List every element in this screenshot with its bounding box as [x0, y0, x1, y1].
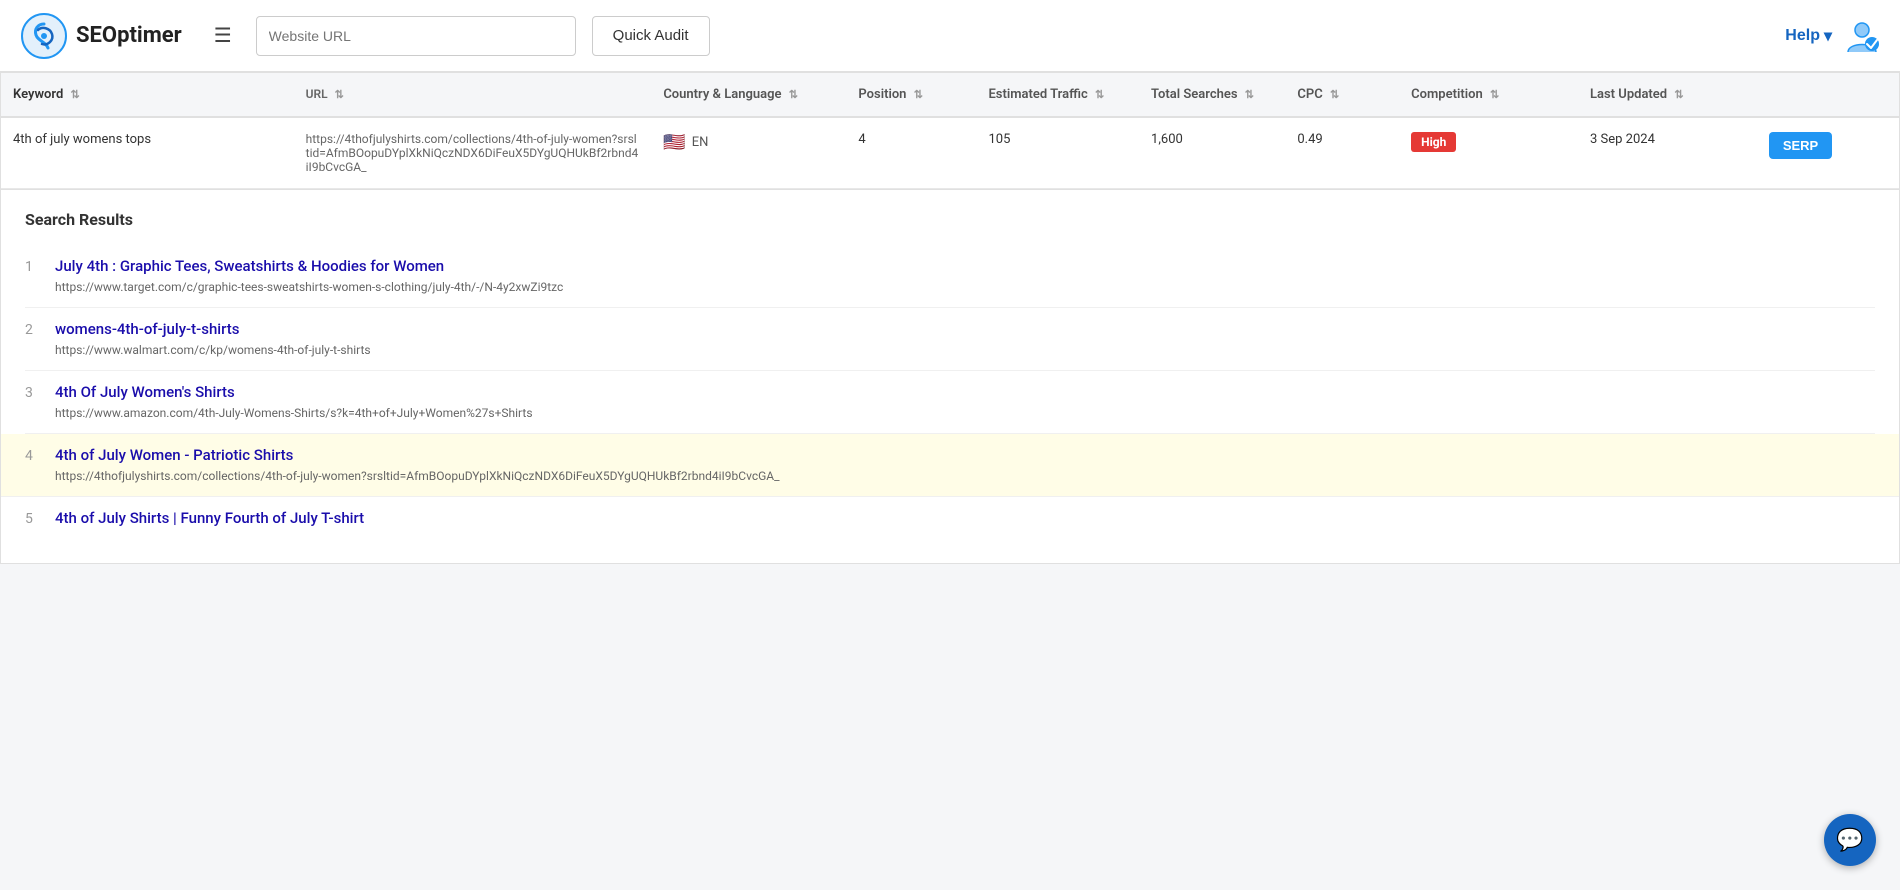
col-header-cpc: CPC ⇅ [1285, 73, 1399, 117]
result-number-4: 4 [25, 446, 43, 464]
logo-area: SEOptimer [20, 12, 182, 60]
result-content-2: womens-4th-of-july-t-shirts https://www.… [55, 320, 1875, 358]
cell-estimated-traffic: 105 [976, 117, 1139, 189]
result-url-4: https://4thofjulyshirts.com/collections/… [55, 469, 780, 483]
result-url-2: https://www.walmart.com/c/kp/womens-4th-… [55, 343, 371, 357]
result-content-4: 4th of July Women - Patriotic Shirts htt… [55, 446, 1875, 484]
result-content-3: 4th Of July Women's Shirts https://www.a… [55, 383, 1875, 421]
sort-icon-traffic[interactable]: ⇅ [1095, 88, 1104, 101]
help-chevron-icon: ▾ [1824, 26, 1832, 46]
header-right: Help ▾ [1785, 18, 1880, 54]
keyword-table: Keyword ⇅ URL ⇅ Country & Language ⇅ Pos… [1, 73, 1899, 189]
col-header-estimated-traffic: Estimated Traffic ⇅ [976, 73, 1139, 117]
result-content-1: July 4th : Graphic Tees, Sweatshirts & H… [55, 257, 1875, 295]
sort-icon-competition[interactable]: ⇅ [1490, 88, 1499, 101]
main-content: Keyword ⇅ URL ⇅ Country & Language ⇅ Pos… [0, 72, 1900, 564]
result-number-2: 2 [25, 320, 43, 338]
col-header-serp [1757, 73, 1899, 117]
result-number-3: 3 [25, 383, 43, 401]
keyword-table-section: Keyword ⇅ URL ⇅ Country & Language ⇅ Pos… [0, 72, 1900, 190]
col-header-competition: Competition ⇅ [1399, 73, 1578, 117]
competition-badge: High [1411, 132, 1456, 152]
cell-position: 4 [846, 117, 976, 189]
help-label: Help [1785, 27, 1820, 45]
cell-keyword: 4th of july womens tops [1, 117, 294, 189]
hamburger-button[interactable]: ☰ [206, 19, 240, 52]
logo-text: SEOptimer [76, 23, 182, 48]
sort-icon-url[interactable]: ⇅ [335, 88, 344, 101]
search-result-item-5: 5 4th of July Shirts | Funny Fourth of J… [25, 497, 1875, 543]
search-result-item-3: 3 4th Of July Women's Shirts https://www… [25, 371, 1875, 434]
result-title-3[interactable]: 4th Of July Women's Shirts [55, 383, 1875, 401]
sort-icon-cpc[interactable]: ⇅ [1330, 88, 1339, 101]
result-title-4[interactable]: 4th of July Women - Patriotic Shirts [55, 446, 1875, 464]
sort-icon-keyword[interactable]: ⇅ [71, 88, 80, 101]
chat-icon: 💬 [1836, 828, 1863, 853]
result-title-2[interactable]: womens-4th-of-july-t-shirts [55, 320, 1875, 338]
cell-serp: SERP [1757, 117, 1899, 189]
result-content-5: 4th of July Shirts | Funny Fourth of Jul… [55, 509, 1875, 531]
search-results-section: Search Results 1 July 4th : Graphic Tees… [0, 190, 1900, 564]
url-input[interactable] [256, 16, 576, 56]
serp-button[interactable]: SERP [1769, 132, 1832, 159]
avatar-icon [1844, 18, 1880, 54]
sort-icon-lastupdated[interactable]: ⇅ [1674, 88, 1683, 101]
result-url-1: https://www.target.com/c/graphic-tees-sw… [55, 280, 563, 294]
result-title-1[interactable]: July 4th : Graphic Tees, Sweatshirts & H… [55, 257, 1875, 275]
cell-total-searches: 1,600 [1139, 117, 1285, 189]
quick-audit-button[interactable]: Quick Audit [592, 16, 710, 56]
cell-last-updated: 3 Sep 2024 [1578, 117, 1757, 189]
col-header-keyword: Keyword ⇅ [1, 73, 294, 117]
table-header-row: Keyword ⇅ URL ⇅ Country & Language ⇅ Pos… [1, 73, 1899, 117]
search-result-item-2: 2 womens-4th-of-july-t-shirts https://ww… [25, 308, 1875, 371]
sort-icon-country[interactable]: ⇅ [789, 88, 798, 101]
language-code: EN [692, 135, 709, 150]
search-result-item-4: 4 4th of July Women - Patriotic Shirts h… [1, 434, 1899, 497]
table-row: 4th of july womens tops https://4thofjul… [1, 117, 1899, 189]
col-header-position: Position ⇅ [846, 73, 976, 117]
col-header-total-searches: Total Searches ⇅ [1139, 73, 1285, 117]
cell-country-language: 🇺🇸 EN [651, 117, 846, 189]
col-header-last-updated: Last Updated ⇅ [1578, 73, 1757, 117]
help-button[interactable]: Help ▾ [1785, 26, 1832, 46]
logo-icon [20, 12, 68, 60]
sort-icon-position[interactable]: ⇅ [914, 88, 923, 101]
flag-icon: 🇺🇸 [663, 132, 685, 153]
result-number-5: 5 [25, 509, 43, 527]
cell-cpc: 0.49 [1285, 117, 1399, 189]
chat-bubble-button[interactable]: 💬 [1824, 814, 1876, 866]
search-results-title: Search Results [25, 210, 1875, 229]
search-result-item-1: 1 July 4th : Graphic Tees, Sweatshirts &… [25, 245, 1875, 308]
cell-competition: High [1399, 117, 1578, 189]
cell-url: https://4thofjulyshirts.com/collections/… [294, 117, 652, 189]
result-number-1: 1 [25, 257, 43, 275]
col-header-url: URL ⇅ [294, 73, 652, 117]
sort-icon-searches[interactable]: ⇅ [1245, 88, 1254, 101]
result-title-5[interactable]: 4th of July Shirts | Funny Fourth of Jul… [55, 509, 1875, 527]
result-url-3: https://www.amazon.com/4th-July-Womens-S… [55, 406, 533, 420]
col-header-country-language: Country & Language ⇅ [651, 73, 846, 117]
main-header: SEOptimer ☰ Quick Audit Help ▾ [0, 0, 1900, 72]
